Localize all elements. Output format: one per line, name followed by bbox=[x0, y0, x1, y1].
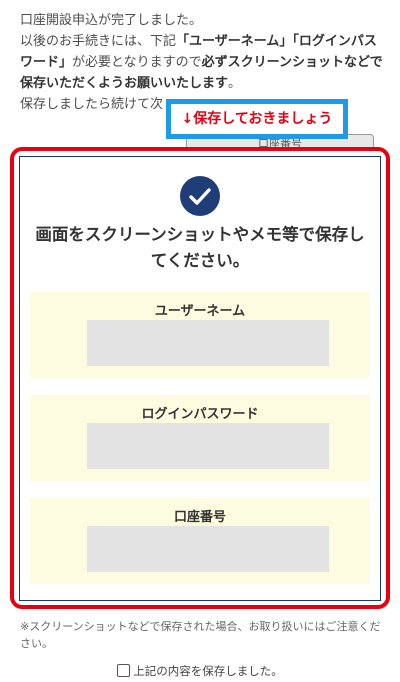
account-number-value bbox=[87, 526, 329, 572]
instruction-text: 以後のお手続きには、下記「ユーザーネーム」「ログインパスワード」が必要となります… bbox=[20, 34, 383, 91]
confirm-checkbox[interactable] bbox=[117, 664, 131, 677]
account-number-label: 口座番号 bbox=[173, 510, 226, 525]
password-value bbox=[87, 423, 329, 469]
save-callout: ↓保存しておきましょう bbox=[166, 99, 348, 139]
username-label: ユーザーネーム bbox=[154, 304, 246, 319]
completion-message: 口座開設申込が完了しました。 bbox=[20, 13, 203, 28]
username-card: ユーザーネーム bbox=[30, 292, 370, 378]
panel-heading: 画面をスクリーンショットやメモ等で保存してください。 bbox=[35, 225, 365, 270]
confirm-row[interactable]: 上記の内容を保存しました。 bbox=[0, 663, 400, 679]
username-value bbox=[87, 320, 329, 366]
caution-note: ※スクリーンショットなどで保存された場合、お取り扱いにはご注意ください。 bbox=[20, 620, 381, 650]
account-number-card: 口座番号 bbox=[30, 498, 370, 584]
check-icon bbox=[180, 176, 220, 216]
password-card: ログインパスワード bbox=[30, 395, 370, 481]
confirm-label[interactable]: 上記の内容を保存しました。 bbox=[133, 664, 283, 678]
password-label: ログインパスワード bbox=[141, 407, 259, 422]
